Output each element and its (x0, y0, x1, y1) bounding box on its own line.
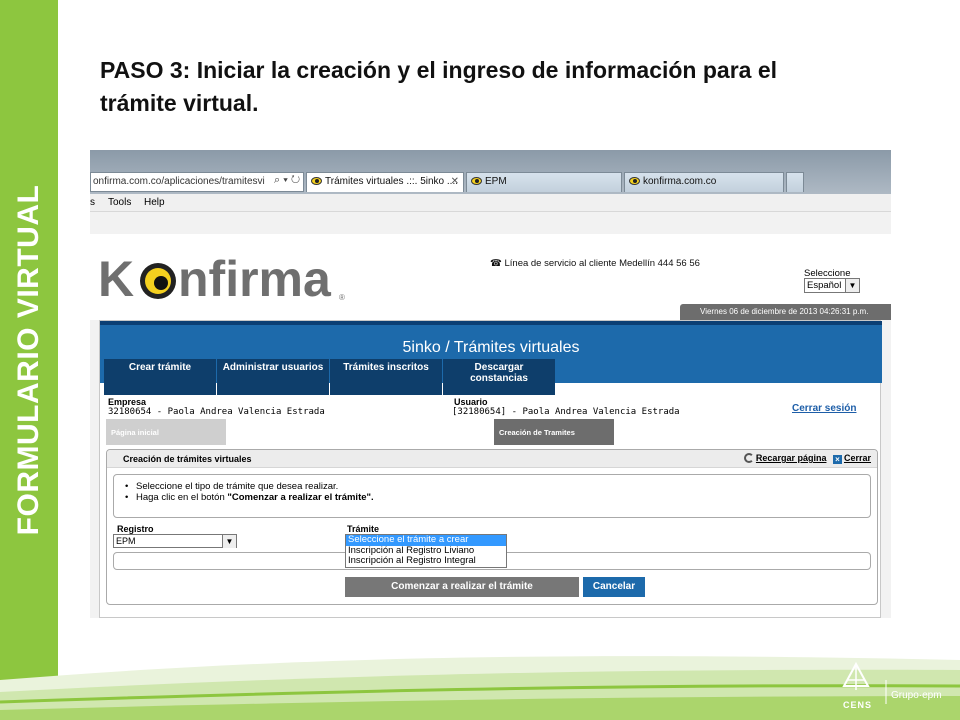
instruction-item: Seleccione el tipo de trámite que desea … (125, 481, 338, 492)
tab-epm[interactable]: EPM (466, 172, 622, 192)
grupo-epm-text: Grupo·epm (891, 690, 942, 701)
creation-panel: Creación de trámites virtuales Recargar … (106, 449, 878, 605)
registro-label: Registro (117, 524, 154, 534)
chevron-down-icon: ▼ (222, 535, 236, 548)
tab-konfirma[interactable]: konfirma.com.co (624, 172, 784, 192)
banner-title: 5inko / Trámites virtuales (402, 339, 580, 356)
cancel-button[interactable]: Cancelar (583, 577, 645, 597)
tramite-dropdown[interactable]: Seleccione el trámite a crear Inscripció… (345, 534, 507, 568)
close-icon[interactable]: × (832, 455, 842, 464)
tab-administrar-usuarios[interactable]: Administrar usuarios (217, 359, 329, 395)
eye-icon (629, 177, 640, 185)
instructions-box: Seleccione el tipo de trámite que desea … (113, 474, 871, 518)
eye-icon (471, 177, 482, 185)
tab-label: EPM (485, 176, 507, 187)
instruction-bold: "Comenzar a realizar el trámite". (227, 492, 374, 503)
service-line: ☎ Línea de servicio al cliente Medellín … (490, 258, 700, 269)
usuario-label: Usuario (454, 397, 488, 407)
crumb-home[interactable]: Página inicial (106, 419, 226, 445)
empresa-value: 32180654 - Paola Andrea Valencia Estrada (108, 407, 325, 417)
usuario-value: [32180654] - Paola Andrea Valencia Estra… (452, 407, 680, 417)
tab-crear-tramite[interactable]: Crear trámite (104, 359, 216, 395)
empresa-label: Empresa (108, 397, 147, 407)
language-value: Español (807, 280, 842, 291)
slide-title: PASO 3: Iniciar la creación y el ingreso… (100, 57, 778, 116)
browser-screenshot: onfirma.com.co/aplicaciones/tramitesvi ⌕… (90, 150, 891, 618)
portal-container: 5inko / Trámites virtuales Crear trámite… (99, 320, 882, 618)
tab-tramites-virtuales[interactable]: Trámites virtuales .::. 5inko .... ✕ (306, 172, 464, 192)
menu-bar: s Tools Help (90, 194, 891, 212)
svg-text:nfirma: nfirma (178, 254, 332, 304)
tab-tramites-inscritos[interactable]: Trámites inscritos (330, 359, 442, 395)
logout-link[interactable]: Cerrar sesión (792, 403, 856, 414)
tramite-label: Trámite (347, 524, 380, 534)
menu-item-help[interactable]: Help (144, 197, 165, 208)
phone-icon: ☎ (490, 258, 502, 269)
instruction-text: Haga clic en el botón (136, 492, 225, 503)
reload-link[interactable]: Recargar página (756, 453, 827, 463)
panel-header: Creación de trámites virtuales Recargar … (107, 450, 877, 468)
svg-text:K: K (98, 254, 134, 304)
close-link[interactable]: Cerrar (844, 453, 871, 463)
address-bar[interactable]: onfirma.com.co/aplicaciones/tramitesvi (90, 172, 304, 192)
panel-title: Creación de trámites virtuales (123, 454, 252, 464)
chevron-down-icon: ▼ (845, 279, 859, 292)
new-tab-button[interactable] (786, 172, 804, 192)
service-text: Línea de servicio al cliente Medellín 44… (504, 258, 700, 269)
tab-descargar-constancias[interactable]: Descargar constancias (443, 359, 555, 395)
registro-select[interactable]: EPM ▼ (113, 534, 237, 548)
language-select[interactable]: Español ▼ (804, 278, 860, 293)
date-strip: Viernes 06 de diciembre de 2013 04:26:31… (680, 304, 891, 320)
instruction-item: Haga clic en el botón "Comenzar a realiz… (125, 492, 374, 503)
tramite-option[interactable]: Inscripción al Registro Integral (346, 556, 506, 567)
tab-label: Trámites virtuales .::. 5inko .... (325, 176, 459, 187)
svg-text:®: ® (339, 293, 345, 302)
crumb-current: Creación de Tramites (494, 419, 614, 445)
konfirma-logo: K nfirma ® (98, 254, 345, 304)
vertical-title: FORMULARIO VIRTUAL (12, 184, 45, 536)
panel-actions: Recargar página × Cerrar (743, 453, 871, 464)
eye-icon (311, 177, 322, 185)
menu-item-tools[interactable]: Tools (108, 197, 131, 208)
bottom-wave-decoration (0, 656, 960, 720)
menu-item-s[interactable]: s (90, 197, 95, 208)
start-tramite-button[interactable]: Comenzar a realizar el trámite (345, 577, 579, 597)
tab-label: konfirma.com.co (643, 176, 717, 187)
reload-icon[interactable] (743, 453, 754, 463)
tramite-option[interactable]: Seleccione el trámite a crear (346, 535, 506, 546)
registro-value: EPM (116, 536, 136, 546)
address-controls[interactable]: ⌕ ▾ ↻ (274, 174, 300, 187)
cens-logo-text: CENS (843, 700, 873, 710)
left-sidebar: FORMULARIO VIRTUAL (0, 0, 58, 720)
close-tab-icon[interactable]: ✕ (451, 176, 459, 187)
